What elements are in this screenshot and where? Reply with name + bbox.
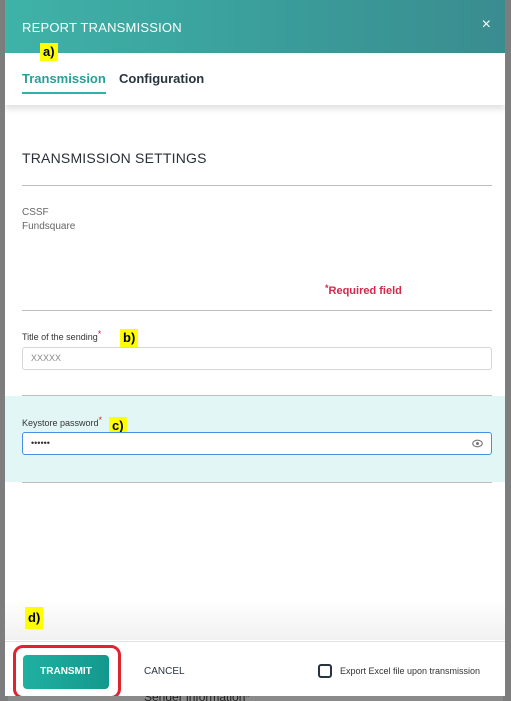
provider-item: Fundsquare: [22, 221, 76, 232]
annotation-a: a): [40, 43, 58, 61]
keystore-password-label: Keystore password*: [22, 415, 103, 428]
required-star: *: [97, 329, 102, 339]
dialog-header: REPORT TRANSMISSION ×: [5, 0, 505, 53]
close-icon[interactable]: ×: [482, 17, 491, 33]
transmit-button[interactable]: TRANSMIT: [23, 655, 109, 689]
title-of-sending-label-text: Title of the sending: [22, 332, 98, 342]
keystore-password-value: ••••••: [31, 438, 50, 448]
title-of-sending-input[interactable]: XXXXX: [22, 347, 492, 370]
tab-transmission[interactable]: Transmission: [22, 71, 106, 94]
annotation-b: b): [120, 329, 139, 347]
title-of-sending-label: Title of the sending*: [22, 329, 102, 342]
keystore-password-label-text: Keystore password: [22, 418, 99, 428]
tab-bar: Transmission Configuration: [5, 53, 505, 105]
required-field-text: Required field: [328, 285, 402, 297]
export-excel-checkbox[interactable]: [318, 664, 332, 678]
required-star: *: [98, 415, 103, 425]
divider: [22, 310, 492, 311]
keystore-password-input[interactable]: ••••••: [22, 432, 492, 455]
tab-configuration[interactable]: Configuration: [119, 71, 204, 92]
divider: [22, 482, 492, 483]
provider-item: CSSF: [22, 207, 49, 218]
section-title: TRANSMISSION SETTINGS: [22, 150, 207, 166]
annotation-d: d): [25, 607, 44, 629]
eye-icon[interactable]: [472, 439, 483, 448]
required-star: *: [325, 283, 329, 293]
report-transmission-dialog: REPORT TRANSMISSION × Transmission Confi…: [5, 0, 505, 696]
divider: [22, 185, 492, 186]
footer-shadow: [5, 600, 505, 640]
dialog-title: REPORT TRANSMISSION: [22, 20, 182, 35]
required-field-note: *Required field: [325, 283, 402, 297]
export-excel-label[interactable]: Export Excel file upon transmission: [340, 664, 480, 678]
dialog-footer: TRANSMIT CANCEL Export Excel file upon t…: [5, 641, 505, 696]
cancel-button[interactable]: CANCEL: [144, 655, 185, 689]
provider-list: CSSF Fundsquare: [22, 206, 75, 234]
